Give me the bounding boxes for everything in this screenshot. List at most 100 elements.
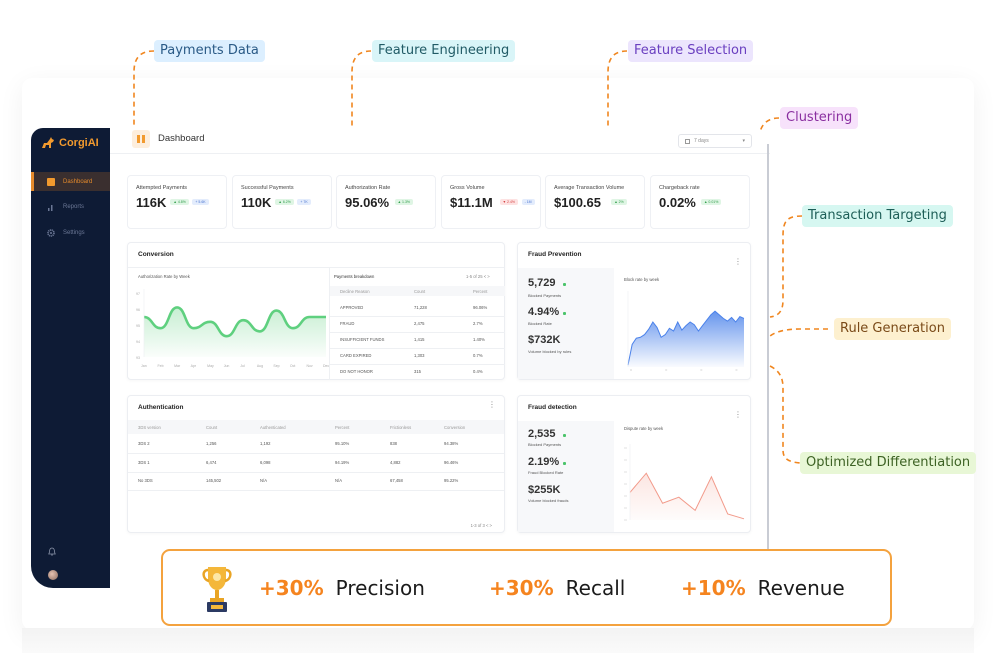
kpi-card[interactable]: Average Transaction Volume $100.65 ▲ 2% xyxy=(545,175,645,229)
metric-name: Precision xyxy=(335,576,425,600)
pipeline-stage-label: Optimized Differentiation xyxy=(800,452,977,474)
kpi-change-badge: ▲ 0.01% xyxy=(701,199,722,205)
dispute-rate-chart xyxy=(624,444,745,521)
auth-column-header: Authenticated xyxy=(260,425,286,430)
auth-cell: 6,098 xyxy=(260,459,271,465)
sidebar-item-label: Dashboard xyxy=(63,178,93,185)
row-divider xyxy=(330,332,505,333)
x-tick-label: Oct xyxy=(290,364,295,368)
stat-value: 5,729 xyxy=(528,277,556,289)
stat-label: Blocked Payments xyxy=(528,442,562,447)
kpi-label: Average Transaction Volume xyxy=(554,185,625,191)
conversion-card: Conversion Authorization Rate by Week 97… xyxy=(127,242,505,380)
kpi-card[interactable]: Attempted Payments 116K ▲ 4.8% + 5.6K xyxy=(127,175,227,229)
y-tick-label: 97 xyxy=(136,292,140,296)
breakdown-pager[interactable]: 1-5 of 25 < > xyxy=(466,274,490,279)
y-tick-label: 95 xyxy=(136,324,140,328)
scrollbar[interactable] xyxy=(767,144,769,564)
more-options-icon[interactable]: ⋮ xyxy=(734,410,742,419)
x-tick-label: Jan xyxy=(141,364,147,368)
fraud-detection-card: Fraud detection ⋮ 2,535 Blocked Payments 2… xyxy=(517,395,751,533)
stat-label: Blocked Payments xyxy=(528,293,562,298)
row-divider xyxy=(330,316,505,317)
row-divider xyxy=(330,348,505,349)
x-tick-label: Apr xyxy=(191,364,197,368)
breakdown-cell: 1.40% xyxy=(473,337,485,342)
metric-percent: +10% xyxy=(681,576,746,600)
stat-value: $255K xyxy=(528,484,561,496)
breakdown-cell: 2,475 xyxy=(414,321,425,326)
breakdown-cell: 315 xyxy=(414,369,421,374)
kpi-label: Authorization Rate xyxy=(345,185,391,191)
x-tick-label: May xyxy=(207,364,214,368)
brand-logo[interactable]: CorgiAI xyxy=(41,137,99,149)
more-options-icon[interactable]: ⋮ xyxy=(488,400,496,409)
kpi-change-badge: ▲ 1.3% xyxy=(394,199,414,205)
sidebar-item-reports[interactable]: Reports xyxy=(31,197,110,216)
fraud-prevention-card: Fraud Prevention ⋮ 5,729 Blocked Payments… xyxy=(517,242,751,380)
date-range-select[interactable]: 7 days ▾ xyxy=(678,134,752,148)
kpi-label: Gross Volume xyxy=(450,185,485,191)
breakdown-cell: 1,303 xyxy=(414,353,425,358)
kpi-value: 110K xyxy=(241,195,272,210)
auth-pager[interactable]: 1-3 of 3 < > xyxy=(471,523,492,528)
avatar[interactable] xyxy=(48,570,58,580)
auth-cell: 1,192 xyxy=(260,441,271,446)
breakdown-cell: 0.4% xyxy=(473,369,483,374)
stat-label: Blocked Rate xyxy=(528,321,552,326)
auth-column-header: Count xyxy=(206,425,218,430)
more-options-icon[interactable]: ⋮ xyxy=(734,257,742,266)
kpi-card[interactable]: Successful Payments 110K ▲ 6.2% + 7K xyxy=(232,175,332,229)
auth-cell: 1,256 xyxy=(206,441,217,446)
pipeline-stage-label: Feature Engineering xyxy=(372,40,516,62)
breakdown-column-header: Decline Reason xyxy=(340,289,370,294)
metric-name: Revenue xyxy=(757,576,845,600)
kpi-change-badge: + 5.6K xyxy=(192,199,209,205)
kpi-value: 116K xyxy=(136,195,167,210)
breakdown-cell: CARD EXPIRED xyxy=(340,353,372,358)
stat-label: Volume blocked by rules xyxy=(528,349,572,354)
block-rate-chart xyxy=(627,291,745,371)
x-tick-label: Feb xyxy=(158,364,164,368)
bell-icon[interactable] xyxy=(48,547,56,556)
x-tick-label: Jul xyxy=(240,364,245,368)
row-divider xyxy=(330,364,505,365)
row-divider xyxy=(128,471,504,473)
dashboard-icon xyxy=(47,177,55,186)
auth-cell: 4,882 xyxy=(390,459,401,465)
kpi-card[interactable]: Gross Volume $11.1M ▼ 2.4% - 1M xyxy=(441,175,541,229)
auth-column-header: Frictionless xyxy=(390,425,412,430)
trend-up-indicator xyxy=(563,312,566,315)
pipeline-stage-label: Rule Generation xyxy=(834,318,951,340)
auth-cell: 96.46% xyxy=(444,459,459,465)
page-title: Dashboard xyxy=(158,133,205,144)
sidebar-item-settings[interactable]: Settings xyxy=(31,223,110,242)
sidebar-item-dashboard[interactable]: Dashboard xyxy=(31,172,110,191)
row-divider xyxy=(128,453,504,454)
y-tick-label: 96 xyxy=(136,308,140,312)
pipeline-stage-label: Payments Data xyxy=(154,40,265,62)
stat-label: Volume blocked frauds xyxy=(528,498,569,503)
y-tick-label: 93 xyxy=(136,356,140,360)
breakdown-cell: 0.7% xyxy=(473,353,483,358)
fraud-prevention-title: Fraud Prevention xyxy=(528,251,582,258)
kpi-card[interactable]: Chargeback rate 0.02% ▲ 0.01% xyxy=(650,175,750,229)
kpi-change-badge: ▲ 2% xyxy=(611,199,627,205)
auth-cell: 95.10% xyxy=(335,441,350,446)
x-tick-label: Aug xyxy=(257,364,263,368)
authorization-rate-chart: 97 96 95 94 93Jan Feb Mar Apr May Jun Jul Aug Sep Oct… xyxy=(136,289,329,368)
kpi-change-badge: ▲ 4.8% xyxy=(170,199,189,205)
auth-cell: 145,502 xyxy=(206,478,222,483)
trophy-icon xyxy=(202,567,232,612)
auth-cell: 3DS 1 xyxy=(138,459,150,465)
metric-percent: +30% xyxy=(489,576,554,600)
x-tick-label: Nov xyxy=(306,364,312,368)
metric-name: Recall xyxy=(565,576,626,600)
kpi-card[interactable]: Authorization Rate 95.06% ▲ 1.3% xyxy=(336,175,436,229)
kpi-value: $11.1M xyxy=(450,195,493,210)
sidebar-item-label: Reports xyxy=(63,203,85,210)
breakdown-cell: 1,415 xyxy=(414,337,425,342)
fp-chart-title: Block rate by week xyxy=(624,277,660,282)
auth-cell: 6,474 xyxy=(206,459,217,465)
brand-name: CorgiAI xyxy=(59,137,99,149)
